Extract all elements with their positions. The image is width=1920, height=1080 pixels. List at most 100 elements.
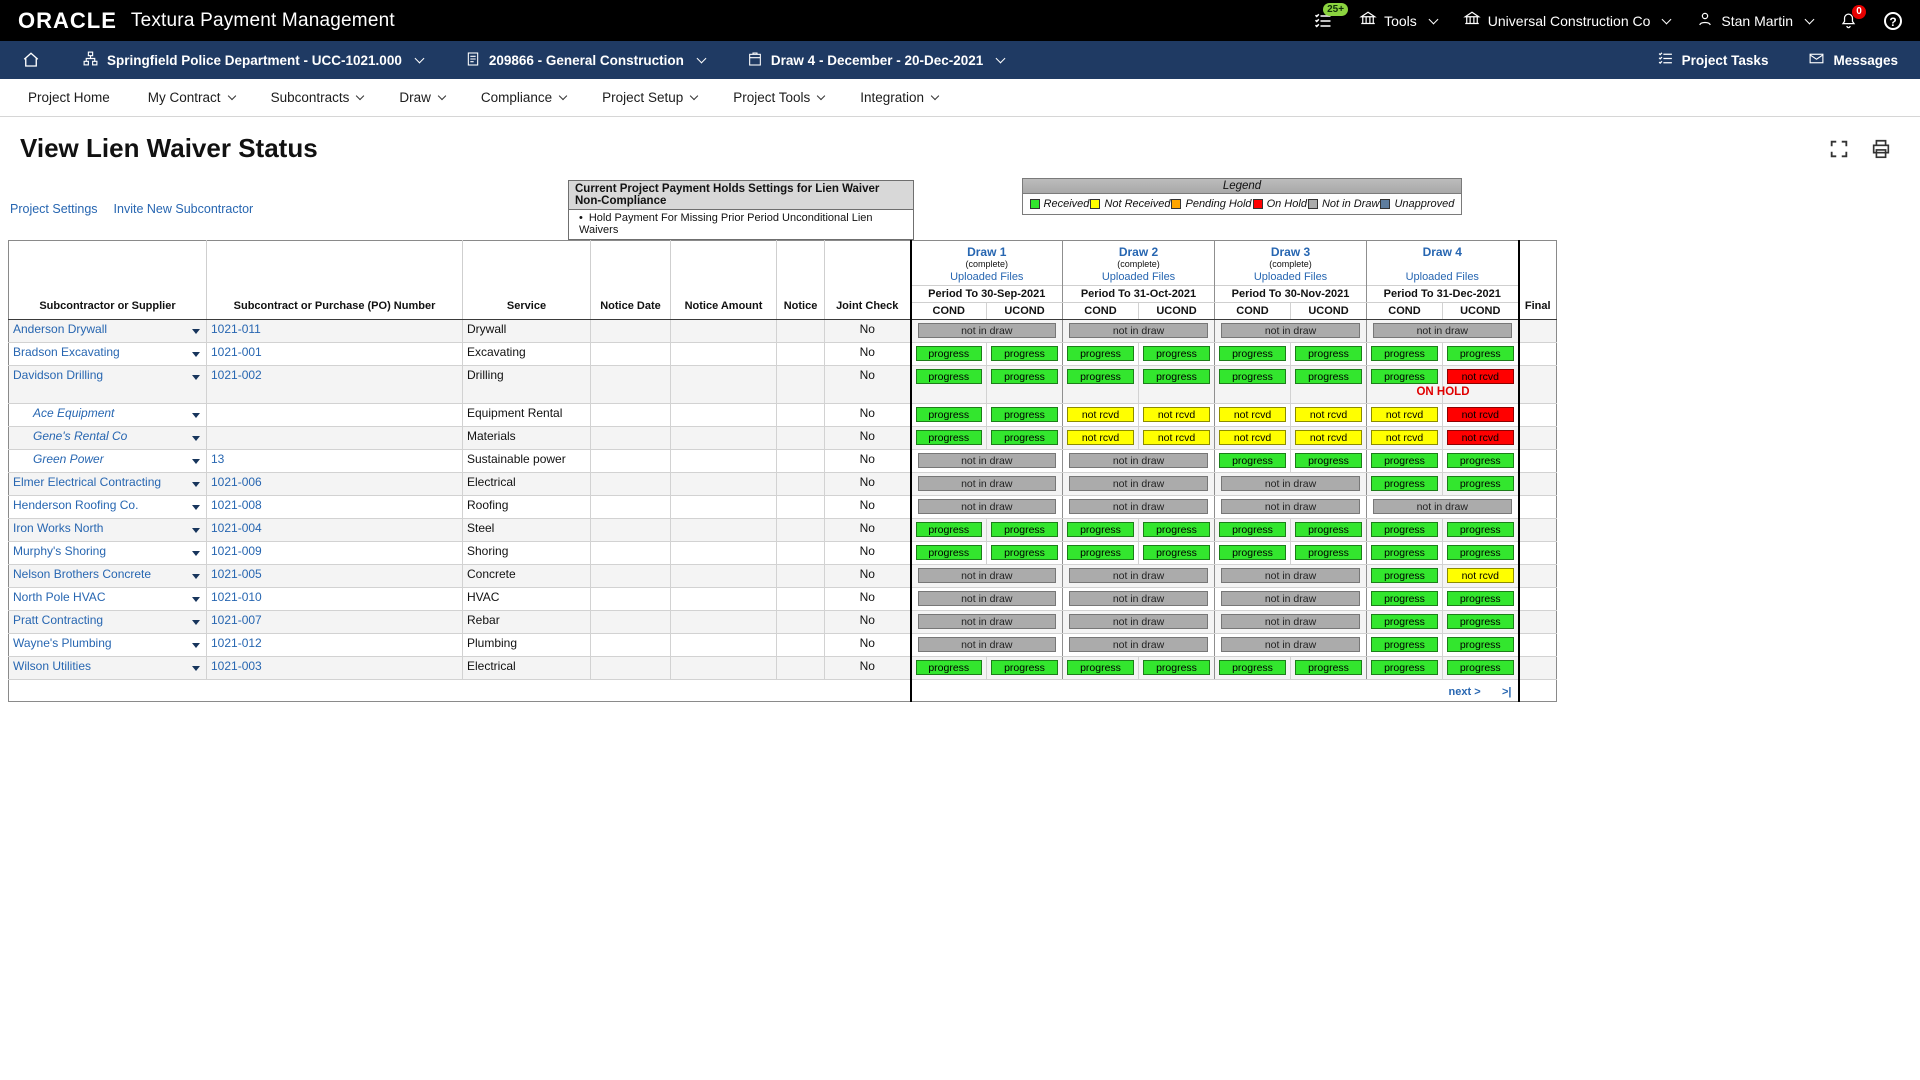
lien-waiver-status-chip[interactable]: progress <box>1143 522 1210 537</box>
subcontractor-link[interactable]: Gene's Rental Co <box>13 429 127 443</box>
lien-waiver-status-chip[interactable]: progress <box>991 430 1058 445</box>
lien-waiver-status-chip[interactable]: progress <box>916 346 983 361</box>
lien-waiver-status-chip[interactable]: not rcvd <box>1295 407 1362 422</box>
lien-waiver-status-chip[interactable]: progress <box>1067 346 1134 361</box>
pagination-last-link[interactable]: >| <box>1502 686 1512 698</box>
nav-item-project-tools[interactable]: Project Tools <box>733 90 824 105</box>
lien-waiver-status-chip[interactable]: not rcvd <box>1447 369 1514 384</box>
lien-waiver-status-chip[interactable]: progress <box>916 660 983 675</box>
row-dropdown-caret[interactable] <box>192 482 200 487</box>
subcontractor-link[interactable]: Murphy's Shoring <box>13 544 106 558</box>
lien-waiver-status-chip[interactable]: progress <box>1067 545 1134 560</box>
lien-waiver-status-chip[interactable]: progress <box>1295 545 1362 560</box>
lien-waiver-status-chip[interactable]: progress <box>991 522 1058 537</box>
nav-item-my-contract[interactable]: My Contract <box>148 90 235 105</box>
po-number-link[interactable]: 1021-010 <box>211 590 262 604</box>
lien-waiver-status-chip[interactable]: progress <box>916 522 983 537</box>
lien-waiver-status-chip[interactable]: progress <box>1295 660 1362 675</box>
row-dropdown-caret[interactable] <box>192 459 200 464</box>
lien-waiver-status-chip[interactable]: progress <box>1371 346 1438 361</box>
lien-waiver-status-chip[interactable]: progress <box>1219 545 1286 560</box>
lien-waiver-status-chip[interactable]: progress <box>991 660 1058 675</box>
row-dropdown-caret[interactable] <box>192 620 200 625</box>
subcontractor-link[interactable]: Anderson Drywall <box>13 322 107 336</box>
lien-waiver-status-chip[interactable]: progress <box>1143 545 1210 560</box>
po-number-link[interactable]: 1021-002 <box>211 368 262 382</box>
lien-waiver-status-chip[interactable]: not rcvd <box>1219 407 1286 422</box>
lien-waiver-status-chip[interactable]: progress <box>1371 660 1438 675</box>
lien-waiver-status-chip[interactable]: progress <box>1219 522 1286 537</box>
lien-waiver-status-chip[interactable]: progress <box>916 369 983 384</box>
project-tasks-button[interactable]: Project Tasks <box>1657 50 1769 70</box>
po-number-link[interactable]: 1021-009 <box>211 544 262 558</box>
lien-waiver-status-chip[interactable]: progress <box>1295 453 1362 468</box>
row-dropdown-caret[interactable] <box>192 643 200 648</box>
lien-waiver-status-chip[interactable]: progress <box>1143 346 1210 361</box>
subcontractor-link[interactable]: Wilson Utilities <box>13 659 91 673</box>
lien-waiver-status-chip[interactable]: progress <box>1067 369 1134 384</box>
subcontractor-link[interactable]: Davidson Drilling <box>13 368 103 382</box>
row-dropdown-caret[interactable] <box>192 375 200 380</box>
lien-waiver-status-chip[interactable]: progress <box>1447 476 1514 491</box>
lien-waiver-status-chip[interactable]: not rcvd <box>1143 407 1210 422</box>
lien-waiver-status-chip[interactable]: progress <box>916 407 983 422</box>
lien-waiver-status-chip[interactable]: progress <box>1371 453 1438 468</box>
lien-waiver-status-chip[interactable]: progress <box>991 369 1058 384</box>
row-dropdown-caret[interactable] <box>192 528 200 533</box>
global-tasks-button[interactable]: 25+ <box>1313 11 1333 31</box>
lien-waiver-status-chip[interactable]: progress <box>1219 369 1286 384</box>
row-dropdown-caret[interactable] <box>192 551 200 556</box>
row-dropdown-caret[interactable] <box>192 574 200 579</box>
lien-waiver-status-chip[interactable]: progress <box>991 346 1058 361</box>
lien-waiver-status-chip[interactable]: not rcvd <box>1371 407 1438 422</box>
lien-waiver-status-chip[interactable]: progress <box>1219 346 1286 361</box>
po-number-link[interactable]: 1021-001 <box>211 345 262 359</box>
subcontractor-link[interactable]: Iron Works North <box>13 521 103 535</box>
home-button[interactable] <box>22 51 40 69</box>
row-dropdown-caret[interactable] <box>192 597 200 602</box>
invite-new-subcontractor-link[interactable]: Invite New Subcontractor <box>114 202 254 216</box>
subcontractor-link[interactable]: Pratt Contracting <box>13 613 103 627</box>
lien-waiver-status-chip[interactable]: progress <box>1447 453 1514 468</box>
lien-waiver-status-chip[interactable]: not rcvd <box>1371 430 1438 445</box>
lien-waiver-status-chip[interactable]: not rcvd <box>1447 430 1514 445</box>
draw4-uploaded-files-link[interactable]: Uploaded Files <box>1369 271 1516 283</box>
draw2-link[interactable]: Draw 2 <box>1065 245 1212 259</box>
lien-waiver-status-chip[interactable]: progress <box>1371 369 1438 384</box>
lien-waiver-status-chip[interactable]: progress <box>1371 614 1438 629</box>
po-number-link[interactable]: 1021-007 <box>211 613 262 627</box>
lien-waiver-status-chip[interactable]: progress <box>1371 545 1438 560</box>
lien-waiver-status-chip[interactable]: progress <box>1143 369 1210 384</box>
subcontractor-link[interactable]: Bradson Excavating <box>13 345 120 359</box>
po-number-link[interactable]: 1021-008 <box>211 498 262 512</box>
print-icon[interactable] <box>1870 138 1892 160</box>
po-number-link[interactable]: 1021-005 <box>211 567 262 581</box>
row-dropdown-caret[interactable] <box>192 505 200 510</box>
lien-waiver-status-chip[interactable]: progress <box>1219 453 1286 468</box>
subcontractor-link[interactable]: Elmer Electrical Contracting <box>13 475 161 489</box>
nav-item-project-setup[interactable]: Project Setup <box>602 90 697 105</box>
messages-button[interactable]: Messages <box>1808 50 1898 70</box>
row-dropdown-caret[interactable] <box>192 666 200 671</box>
nav-item-compliance[interactable]: Compliance <box>481 90 566 105</box>
lien-waiver-status-chip[interactable]: progress <box>916 545 983 560</box>
lien-waiver-status-chip[interactable]: progress <box>1447 591 1514 606</box>
po-number-link[interactable]: 1021-011 <box>211 322 261 336</box>
row-dropdown-caret[interactable] <box>192 436 200 441</box>
lien-waiver-status-chip[interactable]: progress <box>1447 545 1514 560</box>
row-dropdown-caret[interactable] <box>192 413 200 418</box>
lien-waiver-status-chip[interactable]: not rcvd <box>1447 407 1514 422</box>
row-dropdown-caret[interactable] <box>192 329 200 334</box>
lien-waiver-status-chip[interactable]: progress <box>1447 522 1514 537</box>
po-number-link[interactable]: 13 <box>211 452 224 466</box>
project-selector[interactable]: Springfield Police Department - UCC-1021… <box>82 50 423 70</box>
lien-waiver-status-chip[interactable]: progress <box>991 545 1058 560</box>
user-menu[interactable]: Stan Martin <box>1696 10 1813 31</box>
lien-waiver-status-chip[interactable]: progress <box>1447 660 1514 675</box>
lien-waiver-status-chip[interactable]: not rcvd <box>1143 430 1210 445</box>
lien-waiver-status-chip[interactable]: progress <box>1371 522 1438 537</box>
subcontractor-link[interactable]: Green Power <box>13 452 104 466</box>
lien-waiver-status-chip[interactable]: progress <box>1219 660 1286 675</box>
draw3-uploaded-files-link[interactable]: Uploaded Files <box>1217 271 1364 283</box>
subcontractor-link[interactable]: Henderson Roofing Co. <box>13 498 138 512</box>
